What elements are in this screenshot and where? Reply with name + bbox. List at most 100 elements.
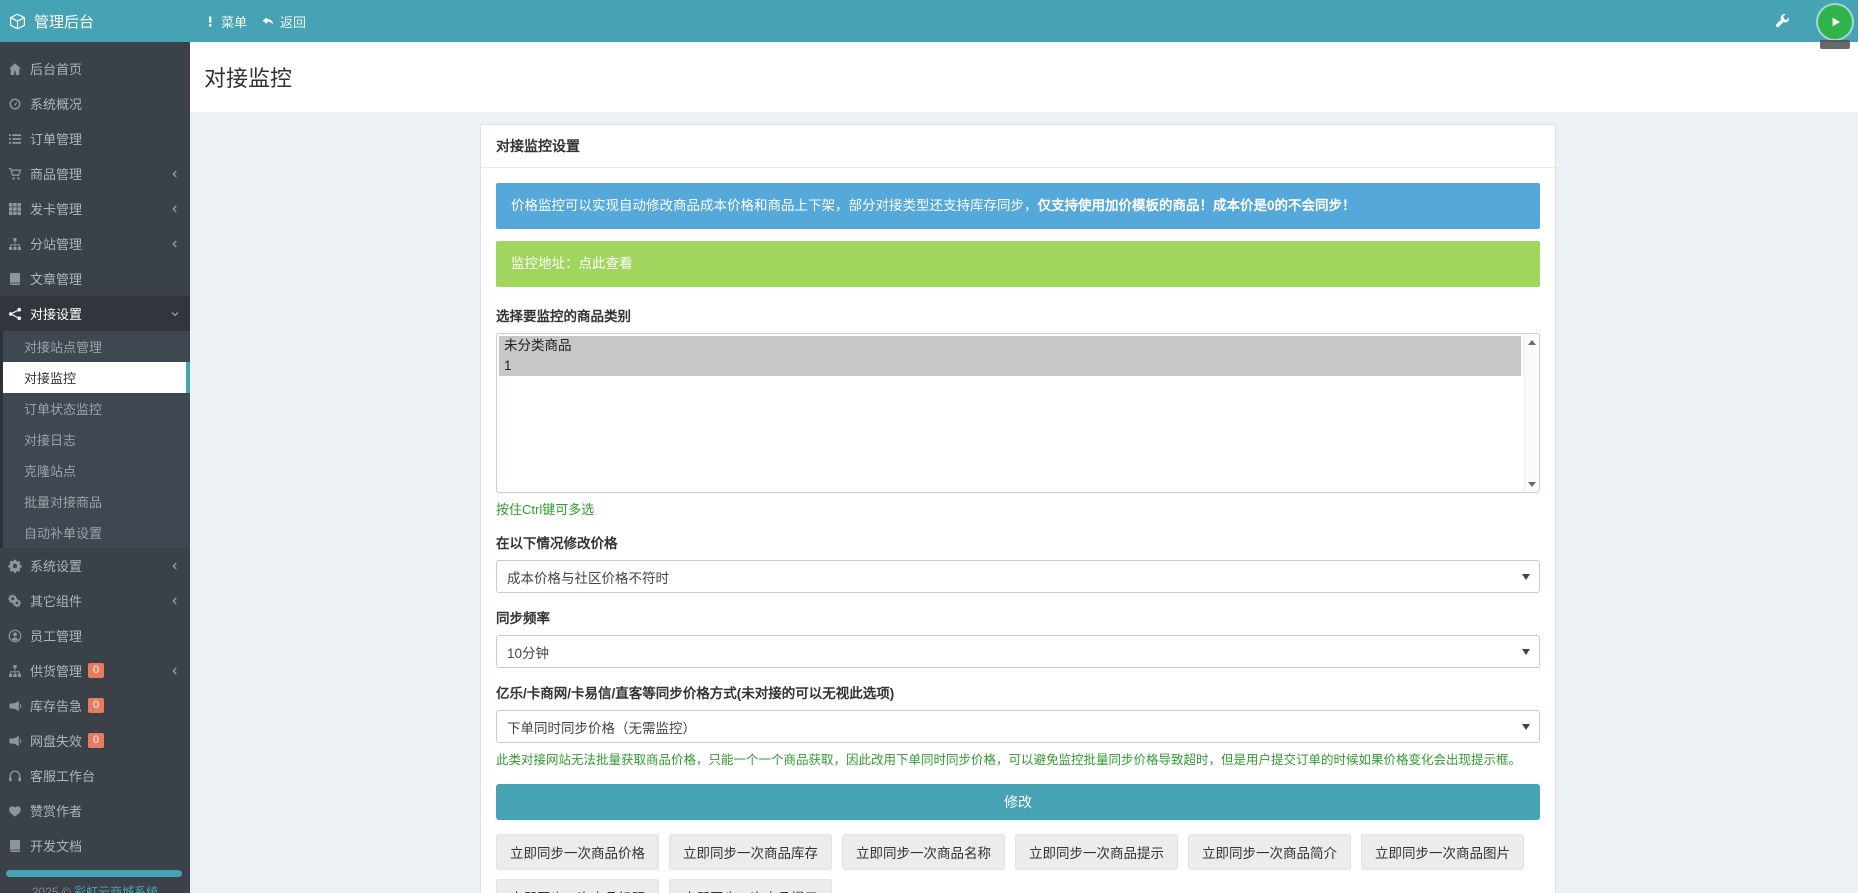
submenu-item-2[interactable]: 订单状态监控 <box>3 393 190 424</box>
chevron-down-icon <box>1522 649 1530 655</box>
user-icon <box>7 629 22 643</box>
sidebar-item-0[interactable]: 后台首页 <box>0 51 190 86</box>
submenu-item-4[interactable]: 克隆站点 <box>3 455 190 486</box>
count-badge: 0 <box>88 698 104 713</box>
sitemap-icon <box>7 237 22 251</box>
bullhorn-icon <box>7 699 22 713</box>
category-multiselect[interactable]: 未分类商品 1 <box>496 333 1540 493</box>
page-title: 对接监控 <box>204 61 292 93</box>
sidebar-item-16[interactable]: 开发文档 <box>0 828 190 863</box>
sync-button-3[interactable]: 立即同步一次商品提示 <box>1015 834 1178 870</box>
sync-button-1[interactable]: 立即同步一次商品库存 <box>669 834 832 870</box>
book-icon <box>7 272 22 286</box>
sidebar-scrollbar[interactable] <box>6 870 182 877</box>
brand-link[interactable]: 管理后台 <box>0 11 190 32</box>
topbar: 管理后台 菜单 返回 <box>0 0 1858 42</box>
count-badge: 0 <box>88 663 104 678</box>
title-band: 对接监控 <box>190 42 1858 112</box>
condition-label: 在以下情况修改价格 <box>496 532 1540 552</box>
sidebar-item-2[interactable]: 订单管理 <box>0 121 190 156</box>
gauge-icon <box>7 97 22 111</box>
price-condition-select[interactable]: 成本价格与社区价格不符时 <box>496 560 1540 593</box>
sync-button-4[interactable]: 立即同步一次商品简介 <box>1188 834 1351 870</box>
listbox-scrollbar[interactable] <box>1524 334 1539 492</box>
view-address-link[interactable]: 点此查看 <box>579 256 633 271</box>
ctrl-multiselect-hint: 按住Ctrl键可多选 <box>496 499 1540 518</box>
gear-icon <box>7 559 22 573</box>
panel-header: 对接监控设置 <box>481 125 1555 168</box>
chevron-left-icon <box>170 169 180 179</box>
chevron-left-icon <box>170 239 180 249</box>
chevron-left-icon <box>170 666 180 676</box>
grid-icon <box>7 202 22 216</box>
sidebar-item-4[interactable]: 发卡管理 <box>0 191 190 226</box>
method-label: 亿乐/卡商网/卡易信/直客等同步价格方式(未对接的可以无视此选项) <box>496 682 1540 702</box>
main-area: 对接监控 对接监控设置 价格监控可以实现自动修改商品成本价格和商品上下架，部分对… <box>190 42 1858 893</box>
cube-logo-icon <box>9 13 26 30</box>
submenu-item-5[interactable]: 批量对接商品 <box>3 486 190 517</box>
submenu-item-6[interactable]: 自动补单设置 <box>3 517 190 548</box>
brand-title: 管理后台 <box>34 11 94 32</box>
back-link[interactable]: 返回 <box>261 12 306 31</box>
scroll-up-icon[interactable] <box>1525 335 1539 349</box>
list-icon <box>7 132 22 146</box>
sync-button-2[interactable]: 立即同步一次商品名称 <box>842 834 1005 870</box>
submenu-item-3[interactable]: 对接日志 <box>3 424 190 455</box>
sync-method-select[interactable]: 下单同时同步价格（无需监控） <box>496 710 1540 743</box>
heart-icon <box>7 804 22 818</box>
sync-buttons: 立即同步一次商品价格立即同步一次商品库存立即同步一次商品名称立即同步一次商品提示… <box>496 834 1540 893</box>
menu-bar-icon <box>204 15 216 28</box>
home-icon <box>7 62 22 76</box>
chevron-down-icon <box>1522 724 1530 730</box>
menu-toggle[interactable]: 菜单 <box>204 12 247 31</box>
scroll-down-icon[interactable] <box>1525 477 1539 491</box>
sidebar-item-5[interactable]: 分站管理 <box>0 226 190 261</box>
sync-button-7[interactable]: 立即同步一次商品提示 <box>669 879 832 893</box>
chevron-down-icon <box>1522 574 1530 580</box>
chevron-down-icon <box>170 309 180 319</box>
headset-icon <box>7 769 22 783</box>
bullhorn-icon <box>7 734 22 748</box>
sidebar-item-10[interactable]: 员工管理 <box>0 618 190 653</box>
share-icon <box>7 307 22 321</box>
sidebar-item-7[interactable]: 对接设置 <box>0 296 190 331</box>
sync-frequency-select[interactable]: 10分钟 <box>496 635 1540 668</box>
sync-button-0[interactable]: 立即同步一次商品价格 <box>496 834 659 870</box>
category-option[interactable]: 未分类商品 <box>499 336 1521 356</box>
sidebar-item-3[interactable]: 商品管理 <box>0 156 190 191</box>
monitor-address-alert: 监控地址：点此查看 <box>496 241 1540 287</box>
modify-button[interactable]: 修改 <box>496 784 1540 820</box>
play-logo[interactable] <box>1818 5 1852 39</box>
docking-submenu: 对接站点管理对接监控订单状态监控对接日志克隆站点批量对接商品自动补单设置 <box>0 331 190 548</box>
docking-monitor-panel: 对接监控设置 价格监控可以实现自动修改商品成本价格和商品上下架，部分对接类型还支… <box>480 124 1556 893</box>
sidebar-item-9[interactable]: 其它组件 <box>0 583 190 618</box>
category-label: 选择要监控的商品类别 <box>496 305 1540 325</box>
sitemap-icon <box>7 664 22 678</box>
sidebar-item-6[interactable]: 文章管理 <box>0 261 190 296</box>
submenu-item-0[interactable]: 对接站点管理 <box>3 331 190 362</box>
sidebar: 后台首页系统概况订单管理商品管理发卡管理分站管理文章管理对接设置对接站点管理对接… <box>0 42 190 893</box>
footer-brand-link[interactable]: 彩虹云商城系统 <box>74 885 158 893</box>
sidebar-item-12[interactable]: 库存告急0 <box>0 688 190 723</box>
sync-button-5[interactable]: 立即同步一次商品图片 <box>1361 834 1524 870</box>
logo-caption <box>1820 40 1850 49</box>
sidebar-item-1[interactable]: 系统概况 <box>0 86 190 121</box>
count-badge: 0 <box>88 733 104 748</box>
sync-button-6[interactable]: 立即同步一次商品标题 <box>496 879 659 893</box>
gears-icon <box>7 594 22 608</box>
sidebar-item-8[interactable]: 系统设置 <box>0 548 190 583</box>
chevron-left-icon <box>170 596 180 606</box>
book-icon <box>7 839 22 853</box>
info-alert: 价格监控可以实现自动修改商品成本价格和商品上下架，部分对接类型还支持库存同步，仅… <box>496 183 1540 229</box>
chevron-left-icon <box>170 561 180 571</box>
sidebar-item-13[interactable]: 网盘失效0 <box>0 723 190 758</box>
cart-icon <box>7 167 22 181</box>
category-option[interactable]: 1 <box>499 356 1521 376</box>
sidebar-item-11[interactable]: 供货管理0 <box>0 653 190 688</box>
wrench-icon[interactable] <box>1775 14 1790 29</box>
sidebar-item-15[interactable]: 赞赏作者 <box>0 793 190 828</box>
sidebar-item-14[interactable]: 客服工作台 <box>0 758 190 793</box>
submenu-item-1[interactable]: 对接监控 <box>3 362 190 393</box>
sidebar-footer: 2025 © 彩虹云商城系统 <box>0 883 190 893</box>
reply-arrow-icon <box>261 15 275 28</box>
